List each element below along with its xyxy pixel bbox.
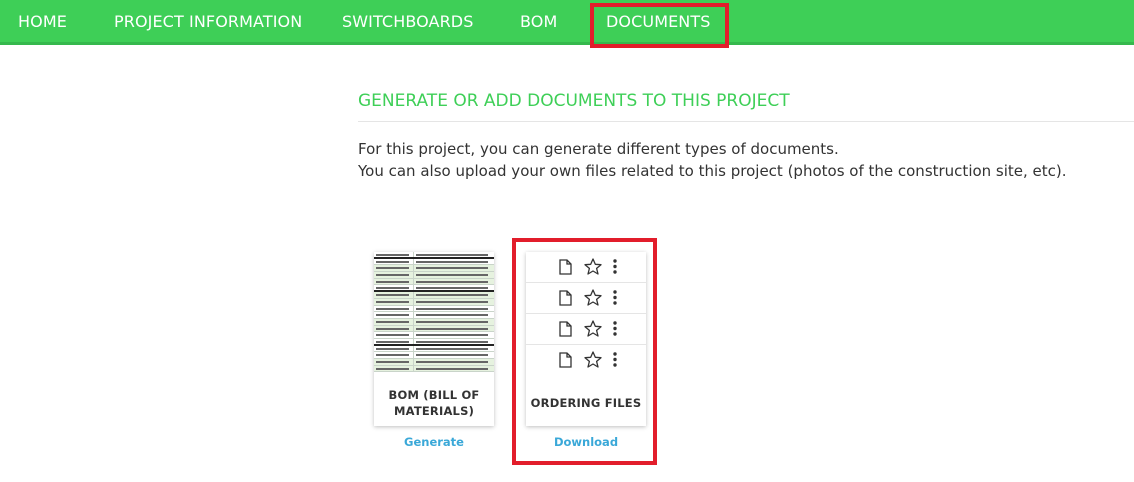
spreadsheet-row <box>374 258 494 266</box>
bom-card-label-line-1: BOM (BILL OF <box>388 388 480 402</box>
spreadsheet-row <box>374 292 494 299</box>
top-navigation-bar: HOME PROJECT INFORMATION SWITCHBOARDS BO… <box>0 0 1134 45</box>
intro-text-line-1: For this project, you can generate diffe… <box>358 140 839 158</box>
bom-card-label-line-2: MATERIALS) <box>393 404 475 418</box>
nav-project-information[interactable]: PROJECT INFORMATION <box>114 12 302 31</box>
spreadsheet-row <box>374 285 494 293</box>
ordering-files-highlight <box>512 238 657 465</box>
spreadsheet-row <box>374 352 494 359</box>
spreadsheet-row <box>374 278 494 286</box>
generate-bom-link[interactable]: Generate <box>374 435 494 449</box>
spreadsheet-row <box>374 305 494 313</box>
documents-tab-highlight <box>590 3 729 48</box>
spreadsheet-row <box>374 365 494 373</box>
title-divider <box>358 121 1134 122</box>
spreadsheet-row <box>374 359 494 366</box>
intro-text-line-2: You can also upload your own files relat… <box>358 162 1067 180</box>
spreadsheet-row <box>374 345 494 353</box>
nav-bom[interactable]: BOM <box>520 12 557 31</box>
spreadsheet-row <box>374 312 494 319</box>
spreadsheet-row <box>374 325 494 333</box>
spreadsheet-row <box>374 298 494 306</box>
spreadsheet-row <box>374 332 494 339</box>
nav-switchboards[interactable]: SWITCHBOARDS <box>342 12 473 31</box>
bom-document-card[interactable]: BOM (BILL OF MATERIALS) <box>374 252 494 426</box>
bom-spreadsheet-thumbnail <box>374 252 494 376</box>
spreadsheet-row <box>374 318 494 326</box>
nav-home[interactable]: HOME <box>18 12 67 31</box>
spreadsheet-row <box>374 252 494 259</box>
section-title: GENERATE OR ADD DOCUMENTS TO THIS PROJEC… <box>358 91 790 111</box>
spreadsheet-row <box>374 265 494 273</box>
spreadsheet-row <box>374 272 494 279</box>
spreadsheet-row <box>374 338 494 346</box>
